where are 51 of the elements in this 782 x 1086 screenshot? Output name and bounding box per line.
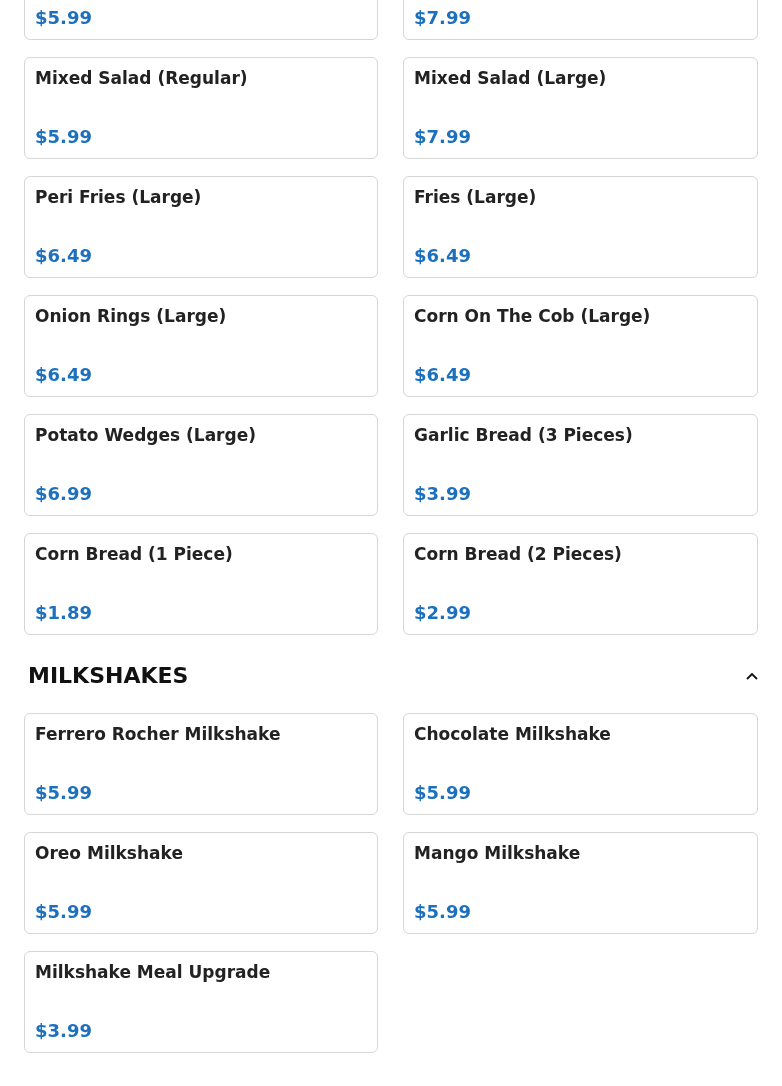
item-price: $5.99 — [414, 901, 472, 923]
menu-item-card[interactable]: Mango Milkshake $5.99 — [403, 832, 758, 934]
menu-item-card[interactable]: Ferrero Rocher Milkshake $5.99 — [24, 713, 378, 815]
item-name: Peri Fries (Large) — [35, 186, 203, 208]
menu-item-card[interactable]: Oreo Milkshake $5.99 — [24, 832, 378, 934]
menu-item-card[interactable]: Corn Bread (2 Pieces) $2.99 — [403, 533, 758, 635]
item-price: $6.99 — [35, 483, 93, 505]
item-price: $2.99 — [414, 602, 472, 624]
item-name: Corn On The Cob (Large) — [414, 305, 652, 327]
item-name: Corn Bread (1 Piece) — [35, 543, 234, 565]
item-name: Fries (Large) — [414, 186, 538, 208]
item-price: $7.99 — [414, 7, 472, 29]
item-price: $3.99 — [414, 483, 472, 505]
item-name: Chocolate Milkshake — [414, 723, 612, 745]
menu-item-card[interactable]: Peri Fries (Large) $6.49 — [24, 176, 378, 278]
menu-item-card[interactable]: Fries (Large) $6.49 — [403, 176, 758, 278]
item-price: $5.99 — [35, 782, 93, 804]
item-name: Mixed Salad (Regular) — [35, 67, 249, 89]
item-name: Corn Bread (2 Pieces) — [414, 543, 623, 565]
menu-item-card[interactable]: Milkshake Meal Upgrade $3.99 — [24, 951, 378, 1053]
item-price: $3.99 — [35, 1020, 93, 1042]
menu-item-card[interactable]: Garlic Bread (3 Pieces) $3.99 — [403, 414, 758, 516]
item-name: Onion Rings (Large) — [35, 305, 228, 327]
item-name: Milkshake Meal Upgrade — [35, 961, 272, 983]
menu-item-card[interactable]: Potato Wedges (Large) $6.99 — [24, 414, 378, 516]
menu-item-card[interactable]: $7.99 — [403, 0, 758, 40]
item-price: $6.49 — [35, 364, 93, 386]
item-price: $5.99 — [414, 782, 472, 804]
item-name: Mixed Salad (Large) — [414, 67, 608, 89]
menu-item-card[interactable]: Mixed Salad (Large) $7.99 — [403, 57, 758, 159]
item-name: Ferrero Rocher Milkshake — [35, 723, 282, 745]
item-price: $5.99 — [35, 7, 93, 29]
menu-item-card[interactable]: $5.99 — [24, 0, 378, 40]
item-price: $5.99 — [35, 126, 93, 148]
menu-item-card[interactable]: Corn Bread (1 Piece) $1.89 — [24, 533, 378, 635]
item-price: $1.89 — [35, 602, 93, 624]
section-heading: MILKSHAKES — [28, 662, 189, 690]
item-name: Potato Wedges (Large) — [35, 424, 257, 446]
item-price: $6.49 — [414, 364, 472, 386]
item-name: Oreo Milkshake — [35, 842, 184, 864]
menu-item-card[interactable]: Corn On The Cob (Large) $6.49 — [403, 295, 758, 397]
menu-item-card[interactable]: Mixed Salad (Regular) $5.99 — [24, 57, 378, 159]
item-price: $6.49 — [35, 245, 93, 267]
item-price: $7.99 — [414, 126, 472, 148]
menu-item-card[interactable]: Chocolate Milkshake $5.99 — [403, 713, 758, 815]
menu-item-card[interactable]: Onion Rings (Large) $6.49 — [24, 295, 378, 397]
item-name: Garlic Bread (3 Pieces) — [414, 424, 634, 446]
item-price: $5.99 — [35, 901, 93, 923]
chevron-icon[interactable] — [744, 670, 760, 682]
item-name: Mango Milkshake — [414, 842, 582, 864]
item-price: $6.49 — [414, 245, 472, 267]
